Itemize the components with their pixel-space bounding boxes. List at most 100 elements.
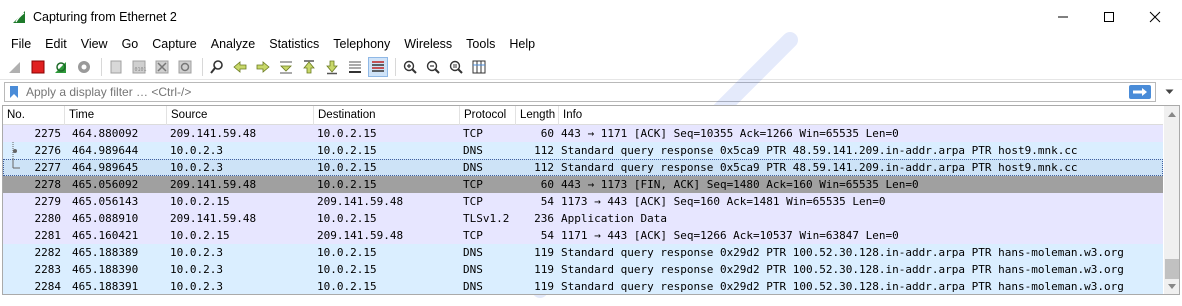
table-row-selected[interactable]: 2277 464.989645 10.0.2.3 10.0.2.15 DNS 1… (3, 159, 1163, 176)
packet-protocol: DNS (463, 280, 483, 293)
packet-list: No. Time Source Destination Protocol Len… (2, 105, 1180, 295)
column-header-protocol[interactable]: Protocol (460, 106, 516, 125)
minimize-button[interactable] (1040, 0, 1086, 34)
restart-capture-button[interactable] (51, 57, 71, 77)
packet-time: 465.188389 (72, 246, 139, 259)
packet-number: 2283 (34, 263, 62, 276)
packet-length: 119 (534, 263, 554, 276)
menu-capture[interactable]: Capture (145, 34, 203, 54)
resize-columns-icon (472, 60, 486, 74)
reload-file-button[interactable] (175, 57, 195, 77)
menu-statistics[interactable]: Statistics (262, 34, 326, 54)
column-header-length[interactable]: Length (516, 106, 559, 125)
packet-number: 2280 (34, 212, 62, 225)
display-filter-input[interactable] (23, 83, 1129, 101)
packet-source: 10.0.2.3 (170, 161, 223, 174)
go-last-button[interactable] (322, 57, 342, 77)
filter-bookmark-button[interactable] (5, 83, 23, 101)
resize-columns-button[interactable] (469, 57, 489, 77)
packet-destination: 10.0.2.15 (317, 127, 377, 140)
packet-source: 10.0.2.3 (170, 144, 223, 157)
toolbar-separator (395, 58, 396, 76)
packet-source: 209.141.59.48 (170, 178, 257, 191)
table-row[interactable]: 2278 465.056092 209.141.59.48 10.0.2.15 … (3, 176, 1163, 193)
go-forward-button[interactable] (253, 57, 273, 77)
scroll-down-button[interactable] (1164, 278, 1179, 294)
menu-telephony[interactable]: Telephony (326, 34, 397, 54)
open-file-icon (110, 60, 122, 74)
go-to-packet-button[interactable] (276, 57, 296, 77)
packet-protocol: TCP (463, 178, 483, 191)
maximize-button[interactable] (1086, 0, 1132, 34)
close-file-button[interactable] (152, 57, 172, 77)
normal-size-button[interactable] (446, 57, 466, 77)
menu-analyze[interactable]: Analyze (204, 34, 262, 54)
packet-time: 465.188391 (72, 280, 139, 293)
packet-source: 209.141.59.48 (170, 212, 257, 225)
packet-length: 112 (534, 161, 554, 174)
save-file-button[interactable]: 0101 (129, 57, 149, 77)
column-header-source[interactable]: Source (167, 106, 314, 125)
capture-options-button[interactable] (74, 57, 94, 77)
table-row[interactable]: 2283 465.188390 10.0.2.3 10.0.2.15 DNS 1… (3, 261, 1163, 278)
close-button[interactable] (1132, 0, 1178, 34)
menu-view[interactable]: View (74, 34, 115, 54)
packet-info: Standard query response 0x29d2 PTR 100.5… (561, 280, 1124, 293)
bookmark-icon (10, 86, 18, 98)
table-row[interactable]: 2280 465.088910 209.141.59.48 10.0.2.15 … (3, 210, 1163, 227)
table-row[interactable]: 2276 464.989644 10.0.2.3 10.0.2.15 DNS 1… (3, 142, 1163, 159)
vertical-scrollbar[interactable] (1164, 106, 1179, 294)
packet-protocol: TCP (463, 229, 483, 242)
open-file-button[interactable] (106, 57, 126, 77)
menu-go[interactable]: Go (115, 34, 146, 54)
zoom-out-button[interactable] (423, 57, 443, 77)
menu-file[interactable]: File (4, 34, 38, 54)
packet-protocol: DNS (463, 144, 483, 157)
table-row[interactable]: 2275 464.880092 209.141.59.48 10.0.2.15 … (3, 125, 1163, 142)
table-row[interactable]: 2282 465.188389 10.0.2.3 10.0.2.15 DNS 1… (3, 244, 1163, 261)
packet-time: 465.056092 (72, 178, 139, 191)
menu-edit[interactable]: Edit (38, 34, 74, 54)
main-toolbar: 0101 (0, 55, 1182, 80)
reload-file-icon (178, 60, 192, 74)
packet-list-header: No. Time Source Destination Protocol Len… (3, 106, 1163, 125)
table-row[interactable]: 2281 465.160421 10.0.2.15 209.141.59.48 … (3, 227, 1163, 244)
packet-info: 443 → 1171 [ACK] Seq=10355 Ack=1266 Win=… (561, 127, 899, 140)
packet-destination: 209.141.59.48 (317, 195, 404, 208)
column-header-no[interactable]: No. (3, 106, 65, 125)
column-header-time[interactable]: Time (65, 106, 167, 125)
auto-scroll-button[interactable] (345, 57, 365, 77)
packet-protocol: DNS (463, 263, 483, 276)
find-packet-button[interactable] (207, 57, 227, 77)
scroll-up-button[interactable] (1164, 106, 1179, 122)
stop-capture-button[interactable] (28, 57, 48, 77)
menu-help[interactable]: Help (502, 34, 542, 54)
packet-info: Standard query response 0x5ca9 PTR 48.59… (561, 161, 1078, 174)
packet-destination: 10.0.2.15 (317, 280, 377, 293)
zoom-in-button[interactable] (400, 57, 420, 77)
packet-length: 60 (540, 178, 554, 191)
normal-size-icon (449, 60, 463, 74)
packet-number: 2284 (34, 280, 62, 293)
apply-filter-button[interactable] (1129, 85, 1151, 99)
table-row[interactable]: 2284 465.188391 10.0.2.3 10.0.2.15 DNS 1… (3, 278, 1163, 294)
go-first-button[interactable] (299, 57, 319, 77)
scrollbar-thumb[interactable] (1165, 259, 1179, 279)
go-first-icon (303, 60, 315, 74)
find-packet-icon (210, 60, 223, 74)
packet-destination: 209.141.59.48 (317, 229, 404, 242)
auto-scroll-icon (349, 61, 361, 73)
scroll-down-arrow-icon (1168, 283, 1176, 289)
colorize-button[interactable] (368, 57, 388, 77)
menu-tools[interactable]: Tools (459, 34, 502, 54)
column-header-info[interactable]: Info (559, 106, 1163, 125)
column-header-destination[interactable]: Destination (314, 106, 460, 125)
packet-info: Standard query response 0x29d2 PTR 100.5… (561, 263, 1124, 276)
start-capture-button[interactable] (5, 57, 25, 77)
menu-wireless[interactable]: Wireless (397, 34, 459, 54)
filter-history-dropdown[interactable] (1158, 82, 1180, 102)
window-title: Capturing from Ethernet 2 (33, 10, 177, 24)
packet-destination: 10.0.2.15 (317, 246, 377, 259)
table-row[interactable]: 2279 465.056143 10.0.2.15 209.141.59.48 … (3, 193, 1163, 210)
go-back-button[interactable] (230, 57, 250, 77)
